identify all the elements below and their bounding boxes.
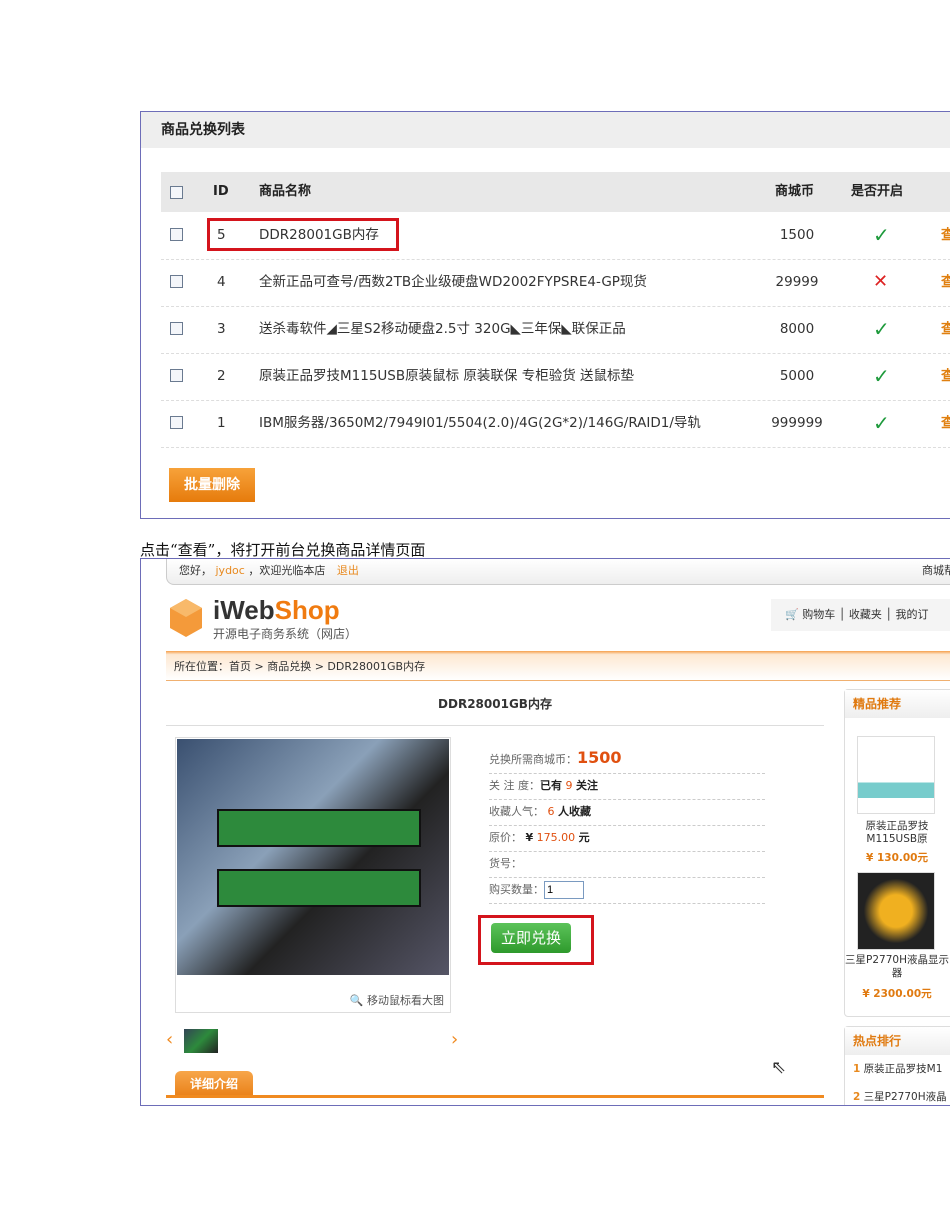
cart-icon: 🛒	[785, 608, 799, 621]
product-thumb[interactable]	[857, 736, 935, 814]
coins-required: 兑换所需商城币：1500	[489, 745, 765, 774]
original-price: 原价： ¥ 175.00 元	[489, 825, 765, 852]
row-checkbox[interactable]	[170, 369, 183, 382]
thumbnail-strip: ‹ ›	[166, 1029, 466, 1053]
check-icon[interactable]: ✓	[873, 353, 890, 399]
product-price: ¥ 130.00元	[866, 852, 928, 864]
select-all-checkbox[interactable]	[170, 186, 183, 199]
row-name: IBM服务器/3650M2/7949I01/5504(2.0)/4G(2G*2)…	[259, 415, 701, 431]
row-name: 送杀毒软件◢三星S2移动硬盘2.5寸 320G◣三年保◣联保正品	[259, 321, 626, 337]
col-coins: 商城币	[775, 184, 815, 199]
tab-underline	[166, 1095, 824, 1098]
col-name: 商品名称	[259, 184, 312, 199]
table-row: 1 IBM服务器/3650M2/7949I01/5504(2.0)/4G(2G*…	[161, 400, 950, 448]
row-name: 原装正品罗技M115USB原装鼠标 原装联保 专柜验货 送鼠标垫	[259, 368, 635, 384]
nav-orders[interactable]: 我的订	[895, 608, 928, 621]
view-link[interactable]: 查	[941, 306, 950, 352]
brand-logo: iWebShop	[213, 595, 340, 625]
top-bar: 您好， jydoc ，欢迎光临本店 退出 商城帮	[166, 559, 950, 585]
col-enabled: 是否开启	[851, 184, 904, 199]
shop-detail-screenshot: 您好， jydoc ，欢迎光临本店 退出 商城帮 iWebShop 开源电子商务…	[140, 558, 950, 1106]
row-coins: 29999	[775, 274, 819, 290]
product-name[interactable]: 三星P2770H液晶显示器	[845, 954, 949, 980]
zoom-hint: 🔍 移动鼠标看大图	[349, 994, 444, 1007]
table-header: ID 商品名称 商城币 是否开启	[161, 172, 950, 212]
table-row: 2 原装正品罗技M115USB原装鼠标 原装联保 专柜验货 送鼠标垫 5000 …	[161, 353, 950, 401]
recommend-panel: 精品推荐 原装正品罗技M115USB原 ¥ 130.00元 三星P2770H液晶…	[844, 689, 950, 1017]
ram-stick	[217, 869, 421, 907]
row-coins: 1500	[779, 227, 815, 243]
welcome-text: ，欢迎光临本店	[248, 564, 326, 577]
row-id: 3	[217, 321, 226, 337]
check-icon[interactable]: ✓	[873, 212, 890, 258]
row-checkbox[interactable]	[170, 416, 183, 429]
recommend-title: 精品推荐	[845, 690, 950, 718]
thumbnail[interactable]	[184, 1029, 218, 1053]
row-coins: 999999	[771, 415, 823, 431]
hot-item[interactable]: 2 三星P2770H液晶	[853, 1089, 947, 1104]
prev-arrow-icon[interactable]: ‹	[166, 1029, 173, 1050]
check-icon[interactable]: ✓	[873, 306, 890, 352]
highlight-box	[478, 915, 594, 965]
quantity-row: 购买数量：	[489, 877, 765, 904]
view-link[interactable]: 查	[941, 353, 950, 399]
product-image-box[interactable]: 🔍 移动鼠标看大图	[175, 737, 451, 1013]
brand-subtitle: 开源电子商务系统（网店）	[213, 627, 358, 641]
logo-icon	[170, 599, 202, 637]
view-link[interactable]: 查	[941, 259, 950, 305]
tab-detail[interactable]: 详细介绍	[175, 1071, 253, 1097]
row-coins: 5000	[779, 368, 815, 384]
row-id: 1	[217, 415, 226, 431]
table-row: 3 送杀毒软件◢三星S2移动硬盘2.5寸 320G◣三年保◣联保正品 8000 …	[161, 306, 950, 354]
hot-title: 热点排行	[845, 1027, 950, 1055]
col-id: ID	[213, 184, 229, 199]
table-row: 4 全新正品可查号/西数2TB企业级硬盘WD2002FYPSRE4-GP现货 2…	[161, 259, 950, 307]
cross-icon[interactable]: ✕	[873, 259, 888, 305]
hot-ranking-panel: 热点排行 1 原装正品罗技M1 2 三星P2770H液晶	[844, 1026, 950, 1105]
batch-delete-button[interactable]: 批量删除	[169, 468, 255, 502]
product-photo	[177, 739, 449, 975]
product-thumb[interactable]	[857, 872, 935, 950]
row-id: 4	[217, 274, 226, 290]
caption: 点击“查看”，将打开前台兑换商品详情页面	[140, 541, 426, 559]
mouse-cursor-icon: ⇖	[771, 1057, 787, 1078]
breadcrumb: 所在位置：首页 > 商品兑换 > DDR28001GB内存	[166, 651, 950, 681]
nav-cart[interactable]: 购物车	[802, 608, 835, 621]
greeting: 您好，	[179, 564, 212, 577]
sku: 货号：	[489, 851, 765, 878]
row-checkbox[interactable]	[170, 275, 183, 288]
view-link[interactable]: 查	[941, 400, 950, 446]
row-checkbox[interactable]	[170, 228, 183, 241]
nav-favorites[interactable]: 收藏夹	[849, 608, 882, 621]
row-checkbox[interactable]	[170, 322, 183, 335]
product-title: DDR28001GB内存	[166, 689, 824, 726]
row-name: 全新正品可查号/西数2TB企业级硬盘WD2002FYPSRE4-GP现货	[259, 274, 647, 290]
hot-item[interactable]: 1 原装正品罗技M1	[853, 1061, 942, 1076]
username-link[interactable]: jydoc	[216, 564, 245, 577]
row-coins: 8000	[779, 321, 815, 337]
quantity-input[interactable]	[544, 881, 584, 899]
logout-link[interactable]: 退出	[337, 564, 359, 577]
exchange-list-screenshot: 商品兑换列表 ID 商品名称 商城币 是否开启 5 DDR28001GB内存 1…	[140, 111, 950, 519]
check-icon[interactable]: ✓	[873, 400, 890, 446]
ram-stick	[217, 809, 421, 847]
follow-count: 关 注 度：已有 9 关注	[489, 773, 765, 800]
next-arrow-icon[interactable]: ›	[451, 1029, 458, 1050]
view-link[interactable]: 查	[941, 212, 950, 258]
row-id: 2	[217, 368, 226, 384]
highlight-box	[207, 218, 399, 251]
user-nav: 🛒 购物车 │ 收藏夹 │ 我的订	[771, 599, 950, 631]
topbar-right-link[interactable]: 商城帮	[922, 559, 950, 583]
panel-title: 商品兑换列表	[141, 112, 950, 148]
favorite-count: 收藏人气： 6 人收藏	[489, 799, 765, 826]
product-price: ¥ 2300.00元	[862, 988, 932, 1000]
product-name[interactable]: 原装正品罗技M115USB原	[845, 820, 949, 846]
